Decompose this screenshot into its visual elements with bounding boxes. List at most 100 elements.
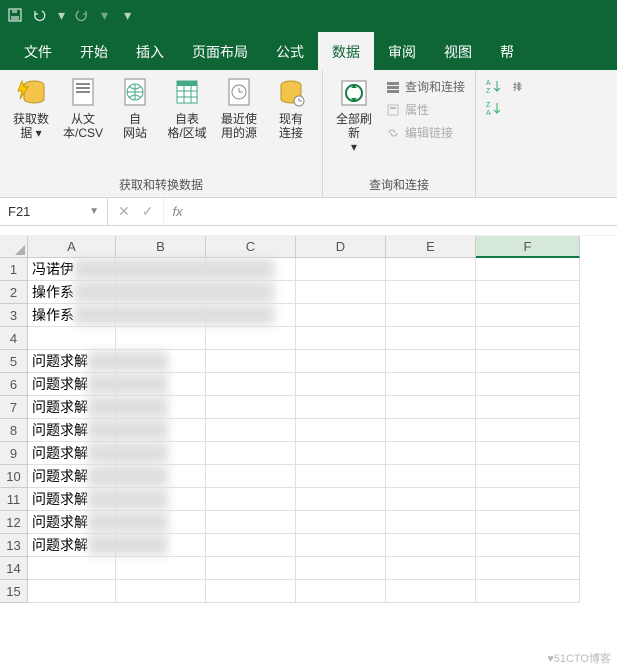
get-data-btn-2[interactable]: 自 网站 (110, 74, 160, 140)
cell[interactable] (116, 350, 206, 373)
col-header-A[interactable]: A (28, 236, 116, 258)
cell[interactable] (386, 580, 476, 603)
row-header[interactable]: 15 (0, 580, 28, 603)
cell[interactable] (296, 258, 386, 281)
fx-label[interactable]: fx (164, 204, 190, 219)
cell[interactable] (116, 557, 206, 580)
row-header[interactable]: 9 (0, 442, 28, 465)
cell[interactable] (296, 304, 386, 327)
col-header-E[interactable]: E (386, 236, 476, 258)
get-data-btn-0[interactable]: 获取数 据 ▾ (6, 74, 56, 140)
cell[interactable] (386, 557, 476, 580)
cell[interactable] (386, 534, 476, 557)
cell[interactable] (296, 534, 386, 557)
tab-home[interactable]: 开始 (66, 32, 122, 70)
cell[interactable] (296, 442, 386, 465)
cell[interactable]: 问题求解 (28, 465, 116, 488)
cell[interactable]: 操作系 (28, 281, 116, 304)
tab-page-layout[interactable]: 页面布局 (178, 32, 262, 70)
row-header[interactable]: 11 (0, 488, 28, 511)
properties-button[interactable]: 属性 (381, 99, 469, 120)
row-header[interactable]: 6 (0, 373, 28, 396)
cell[interactable] (28, 580, 116, 603)
cell[interactable] (116, 442, 206, 465)
cell[interactable] (386, 304, 476, 327)
cell[interactable] (476, 465, 580, 488)
cell[interactable] (206, 580, 296, 603)
row-header[interactable]: 3 (0, 304, 28, 327)
row-header[interactable]: 2 (0, 281, 28, 304)
cell[interactable] (386, 327, 476, 350)
cell[interactable] (296, 557, 386, 580)
get-data-btn-1[interactable]: 从文 本/CSV (58, 74, 108, 140)
cell[interactable] (476, 511, 580, 534)
cell[interactable] (296, 465, 386, 488)
cell[interactable] (386, 442, 476, 465)
cell[interactable] (206, 534, 296, 557)
cell[interactable]: 问题求解 (28, 419, 116, 442)
tab-review[interactable]: 审阅 (374, 32, 430, 70)
cell[interactable] (116, 465, 206, 488)
cell[interactable] (206, 442, 296, 465)
col-header-C[interactable]: C (206, 236, 296, 258)
cell[interactable] (116, 396, 206, 419)
qat-customize-icon[interactable]: ▾ (124, 7, 131, 24)
cell[interactable]: 问题求解 (28, 373, 116, 396)
cell[interactable] (296, 350, 386, 373)
cell[interactable] (28, 557, 116, 580)
cell[interactable] (476, 488, 580, 511)
cell[interactable] (386, 488, 476, 511)
cell[interactable] (296, 580, 386, 603)
get-data-btn-5[interactable]: 现有 连接 (266, 74, 316, 140)
cell[interactable] (296, 419, 386, 442)
row-header[interactable]: 12 (0, 511, 28, 534)
cell[interactable] (386, 258, 476, 281)
cell[interactable] (206, 419, 296, 442)
cell[interactable] (476, 396, 580, 419)
select-all-corner[interactable] (0, 236, 28, 258)
sort-button[interactable]: 排 (508, 74, 536, 110)
save-icon[interactable] (8, 8, 22, 22)
tab-view[interactable]: 视图 (430, 32, 486, 70)
cell[interactable] (206, 327, 296, 350)
cell[interactable] (476, 327, 580, 350)
tab-file[interactable]: 文件 (10, 32, 66, 70)
cell[interactable] (476, 258, 580, 281)
name-box[interactable]: F21 ▼ (0, 198, 108, 225)
undo-dropdown-icon[interactable]: ▾ (58, 7, 65, 24)
namebox-dropdown-icon[interactable]: ▼ (89, 206, 99, 217)
cell[interactable] (206, 557, 296, 580)
cell[interactable] (476, 580, 580, 603)
edit-links-button[interactable]: 编辑链接 (381, 122, 469, 143)
cell[interactable] (116, 488, 206, 511)
col-header-F[interactable]: F (476, 236, 580, 258)
cell[interactable] (476, 534, 580, 557)
row-header[interactable]: 5 (0, 350, 28, 373)
row-header[interactable]: 8 (0, 419, 28, 442)
row-header[interactable]: 1 (0, 258, 28, 281)
cell[interactable] (296, 373, 386, 396)
cell[interactable] (296, 488, 386, 511)
row-header[interactable]: 14 (0, 557, 28, 580)
tab-data[interactable]: 数据 (318, 32, 374, 70)
cancel-icon[interactable]: ✕ (118, 203, 130, 220)
cell[interactable]: 问题求解 (28, 442, 116, 465)
cell[interactable] (116, 419, 206, 442)
cell[interactable] (206, 350, 296, 373)
cell[interactable] (206, 304, 296, 327)
cell[interactable] (116, 534, 206, 557)
cell[interactable] (116, 327, 206, 350)
undo-icon[interactable] (32, 8, 48, 22)
cell[interactable] (116, 281, 206, 304)
cell[interactable] (28, 327, 116, 350)
cell[interactable] (296, 511, 386, 534)
cell[interactable] (296, 327, 386, 350)
cell[interactable] (386, 281, 476, 304)
cell[interactable] (296, 396, 386, 419)
cell[interactable] (476, 350, 580, 373)
cell[interactable]: 操作系 (28, 304, 116, 327)
cell[interactable] (386, 465, 476, 488)
cell[interactable] (476, 419, 580, 442)
cell[interactable] (386, 373, 476, 396)
tab-insert[interactable]: 插入 (122, 32, 178, 70)
